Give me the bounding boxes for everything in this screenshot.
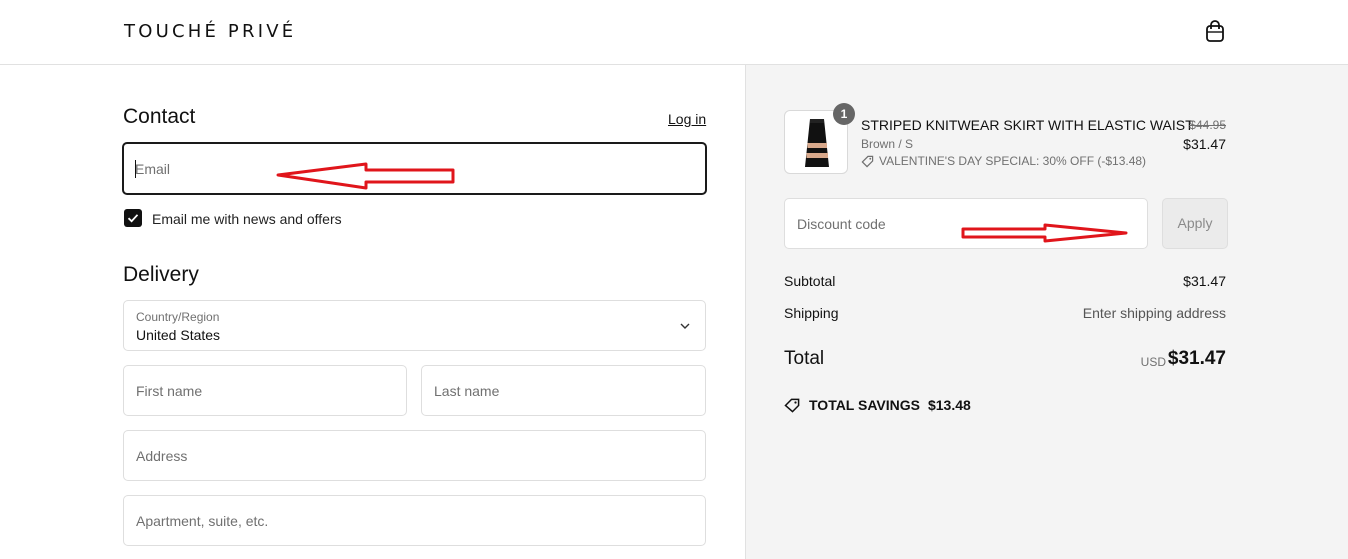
- first-name-placeholder: First name: [136, 382, 203, 399]
- item-discount: VALENTINE'S DAY SPECIAL: 30% OFF (-$13.4…: [861, 154, 1146, 168]
- address-placeholder: Address: [136, 447, 188, 464]
- quantity-badge: 1: [833, 103, 855, 125]
- discount-code-placeholder: Discount code: [797, 215, 886, 232]
- checkmark-icon: [127, 214, 139, 223]
- first-name-input[interactable]: First name: [123, 365, 407, 416]
- shipping-label: Shipping: [784, 305, 839, 321]
- subtotal-value: $31.47: [1183, 273, 1226, 289]
- savings-value: $13.48: [927, 397, 971, 413]
- address-input[interactable]: Address: [123, 430, 706, 481]
- delivery-title: Delivery: [123, 263, 199, 286]
- product-name: STRIPED KNITWEAR SKIRT WITH ELASTIC WAIS…: [861, 117, 1194, 133]
- header: TOUCHÉ PRIVÉ: [0, 0, 1348, 65]
- checkout-form: Contact Log in Email Email me with news …: [0, 65, 745, 559]
- newsletter-label: Email me with news and offers: [152, 211, 342, 227]
- country-select[interactable]: Country/Region United States: [123, 300, 706, 351]
- shipping-value: Enter shipping address: [1082, 305, 1226, 321]
- chevron-down-icon: [680, 323, 690, 329]
- discount-code-input[interactable]: Discount code: [784, 198, 1148, 249]
- total-value: $31.47: [1167, 348, 1226, 369]
- item-discount-text: VALENTINE'S DAY SPECIAL: 30% OFF (-$13.4…: [879, 154, 1147, 168]
- login-link[interactable]: Log in: [668, 111, 706, 127]
- newsletter-checkbox[interactable]: [124, 209, 142, 227]
- subtotal-label: Subtotal: [784, 273, 836, 289]
- tag-icon: [861, 155, 874, 167]
- country-label: Country/Region: [136, 310, 220, 324]
- total-label: Total: [784, 348, 825, 369]
- country-value: United States: [136, 327, 221, 343]
- currency-code: USD: [1140, 355, 1166, 369]
- contact-title: Contact: [123, 105, 196, 128]
- savings-label: TOTAL SAVINGS: [809, 397, 920, 413]
- apartment-input[interactable]: Apartment, suite, etc.: [123, 495, 706, 546]
- brand-logo[interactable]: TOUCHÉ PRIVÉ: [124, 21, 296, 42]
- shopping-bag-icon[interactable]: [1204, 19, 1226, 43]
- product-variant: Brown / S: [861, 137, 914, 151]
- last-name-input[interactable]: Last name: [421, 365, 706, 416]
- apply-button[interactable]: Apply: [1162, 198, 1228, 249]
- last-name-placeholder: Last name: [434, 382, 500, 399]
- total-savings: TOTAL SAVINGS $13.48: [784, 397, 971, 413]
- apartment-placeholder: Apartment, suite, etc.: [136, 512, 269, 529]
- email-input[interactable]: Email: [122, 142, 707, 195]
- original-price: $44.95: [1189, 118, 1226, 132]
- item-price: $31.47: [1183, 136, 1226, 152]
- email-placeholder: Email: [135, 160, 171, 177]
- order-summary: 1 STRIPED KNITWEAR SKIRT WITH ELASTIC WA…: [745, 65, 1348, 559]
- savings-tag-icon: [784, 398, 800, 413]
